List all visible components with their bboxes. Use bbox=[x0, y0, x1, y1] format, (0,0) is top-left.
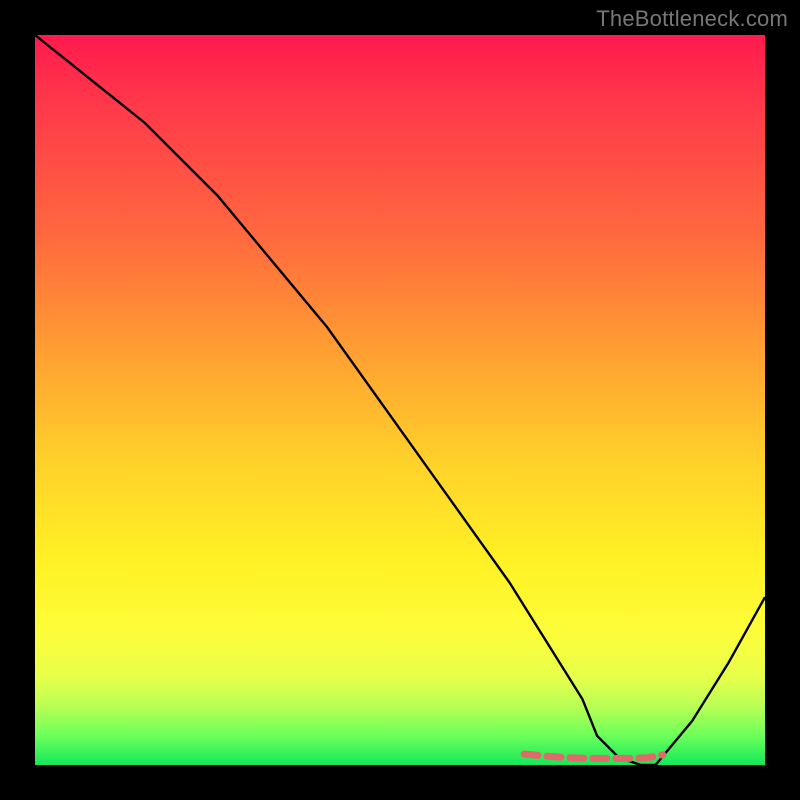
plot-area bbox=[35, 35, 765, 765]
black-curve bbox=[35, 35, 765, 765]
red-bottom-segment bbox=[524, 754, 663, 758]
watermark-text: TheBottleneck.com bbox=[596, 6, 788, 32]
chart-frame: TheBottleneck.com bbox=[0, 0, 800, 800]
curve-svg bbox=[35, 35, 765, 765]
